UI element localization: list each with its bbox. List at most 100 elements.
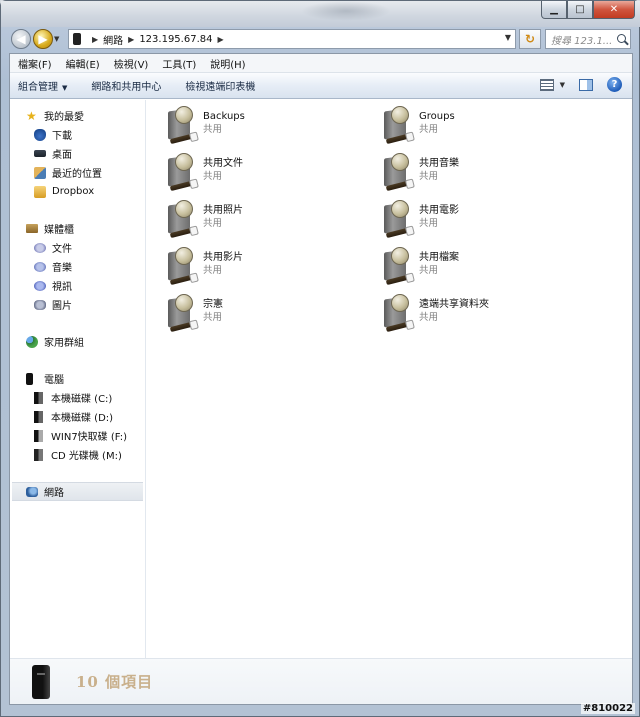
nav-label: 媒體櫃 [44,225,74,236]
nav-label: 電腦 [44,375,64,386]
nav-downloads[interactable]: 下載 [10,125,145,144]
chevron-right-icon[interactable]: ▶ [217,35,223,44]
menu-tools[interactable]: 工具(T) [162,56,196,71]
organize-button[interactable]: 組合管理 ▼ [18,78,67,93]
close-button[interactable]: ✕ [593,1,635,19]
computer-icon [73,33,81,45]
explorer-window: ▁ □ ✕ ◀ ▶ ▼ ▶ 網路 ▶ 123.195.67.84 ▶ ▼ ↻ 搜… [0,0,640,717]
breadcrumb-network[interactable]: 網路 [103,32,123,47]
share-name: 共用音樂 [419,158,459,169]
nav-label: WIN7快取碟 (F:) [51,432,128,443]
shared-folder-icon [165,106,199,146]
downloads-icon [34,128,46,141]
nav-computer[interactable]: 電腦 [10,369,145,388]
hard-drive-icon [34,391,43,404]
share-folder-item[interactable]: 共用照片 共用 [165,200,381,239]
share-folder-item[interactable]: 共用文件 共用 [165,153,381,192]
nav-recent-places[interactable]: 最近的位置 [10,163,145,182]
nav-music[interactable]: 音樂 [10,257,145,276]
menu-edit[interactable]: 編輯(E) [66,56,100,71]
share-type: 共用 [419,312,439,323]
nav-drive-d[interactable]: 本機磁碟 (D:) [10,407,145,426]
nav-videos[interactable]: 視訊 [10,276,145,295]
view-controls: ▼ ? [539,77,622,92]
nav-libraries[interactable]: 媒體櫃 [10,219,145,238]
share-type: 共用 [419,124,439,135]
share-name: 共用文件 [203,158,243,169]
preview-pane-icon[interactable] [579,78,593,91]
nav-network[interactable]: 網路 [12,482,143,501]
shared-folder-icon [381,247,415,287]
organize-label: 組合管理 [18,82,58,93]
view-options-icon[interactable] [539,78,554,91]
share-folder-item[interactable]: 共用音樂 共用 [381,153,597,192]
chevron-right-icon[interactable]: ▶ [128,35,134,44]
menu-help[interactable]: 說明(H) [210,56,245,71]
nav-label: 網路 [44,488,64,499]
navigation-row: ◀ ▶ ▼ ▶ 網路 ▶ 123.195.67.84 ▶ ▼ ↻ 搜尋 123.… [11,28,631,50]
dropbox-folder-icon [34,185,46,198]
address-dropdown-icon[interactable]: ▼ [505,33,511,42]
shared-folder-icon [165,294,199,334]
share-name: Groups [419,111,455,122]
refresh-button[interactable]: ↻ [519,29,541,49]
shared-folder-icon [165,247,199,287]
nav-desktop[interactable]: 桌面 [10,144,145,163]
nav-pictures[interactable]: 圖片 [10,295,145,314]
documents-icon [34,242,46,253]
help-icon[interactable]: ? [607,77,622,92]
homegroup-icon [26,335,38,348]
network-center-button[interactable]: 網路和共用中心 [91,78,161,93]
share-name: 共用檔案 [419,252,459,263]
forward-button[interactable]: ▶ [33,29,53,49]
chevron-right-icon[interactable]: ▶ [92,35,98,44]
share-folder-item[interactable]: Groups 共用 [381,106,597,145]
nav-label: 家用群組 [44,338,84,349]
search-icon[interactable] [617,34,626,43]
recent-pages-dropdown[interactable]: ▼ [54,35,64,43]
breadcrumb-host[interactable]: 123.195.67.84 [139,34,212,45]
share-folder-item[interactable]: 共用電影 共用 [381,200,597,239]
address-bar[interactable]: ▶ 網路 ▶ 123.195.67.84 ▶ ▼ [68,29,516,49]
shared-folder-icon [381,106,415,146]
nav-documents[interactable]: 文件 [10,238,145,257]
view-printers-button[interactable]: 檢視遠端印表機 [185,78,255,93]
share-folder-item[interactable]: Backups 共用 [165,106,381,145]
share-folder-item[interactable]: 宗憲 共用 [165,294,381,333]
nav-homegroup[interactable]: 家用群組 [10,332,145,351]
share-name: 共用照片 [203,205,243,216]
view-dropdown-icon[interactable]: ▼ [560,81,565,89]
caption-buttons: ▁ □ ✕ [541,1,635,19]
share-folder-item[interactable]: 遠端共享資料夾 共用 [381,294,597,333]
cd-drive-icon [34,448,43,461]
search-input[interactable]: 搜尋 123.1... [545,29,631,49]
nav-drive-f[interactable]: WIN7快取碟 (F:) [10,426,145,445]
nav-drive-m[interactable]: CD 光碟機 (M:) [10,445,145,464]
nav-label: 本機磁碟 (D:) [51,413,114,424]
item-count: 10 個項目 [76,673,154,691]
nav-label: 桌面 [52,150,72,161]
menu-file[interactable]: 檔案(F) [18,56,52,71]
share-name: 宗憲 [203,299,223,310]
nav-drive-c[interactable]: 本機磁碟 (C:) [10,388,145,407]
back-button[interactable]: ◀ [11,29,31,49]
network-icon [26,486,38,497]
nav-favorites[interactable]: ★ 我的最愛 [10,106,145,125]
nav-label: 下載 [52,131,72,142]
computer-icon [26,372,33,385]
maximize-button[interactable]: □ [567,1,593,19]
shared-folder-icon [165,153,199,193]
share-type: 共用 [203,312,223,323]
nav-label: 音樂 [52,263,72,274]
minimize-button[interactable]: ▁ [541,1,567,19]
share-type: 共用 [419,218,439,229]
share-folder-item[interactable]: 共用影片 共用 [165,247,381,286]
share-name: 共用電影 [419,205,459,216]
share-type: 共用 [419,265,439,276]
share-folder-item[interactable]: 共用檔案 共用 [381,247,597,286]
file-list: Backups 共用 Groups 共用 共用文件 共用 共用音樂 共用 共用照片 共用 共用電影共… [147,100,632,704]
recent-places-icon [34,166,46,179]
nav-dropbox[interactable]: Dropbox [10,182,145,201]
menu-view[interactable]: 檢視(V) [114,56,149,71]
share-name: Backups [203,111,245,122]
